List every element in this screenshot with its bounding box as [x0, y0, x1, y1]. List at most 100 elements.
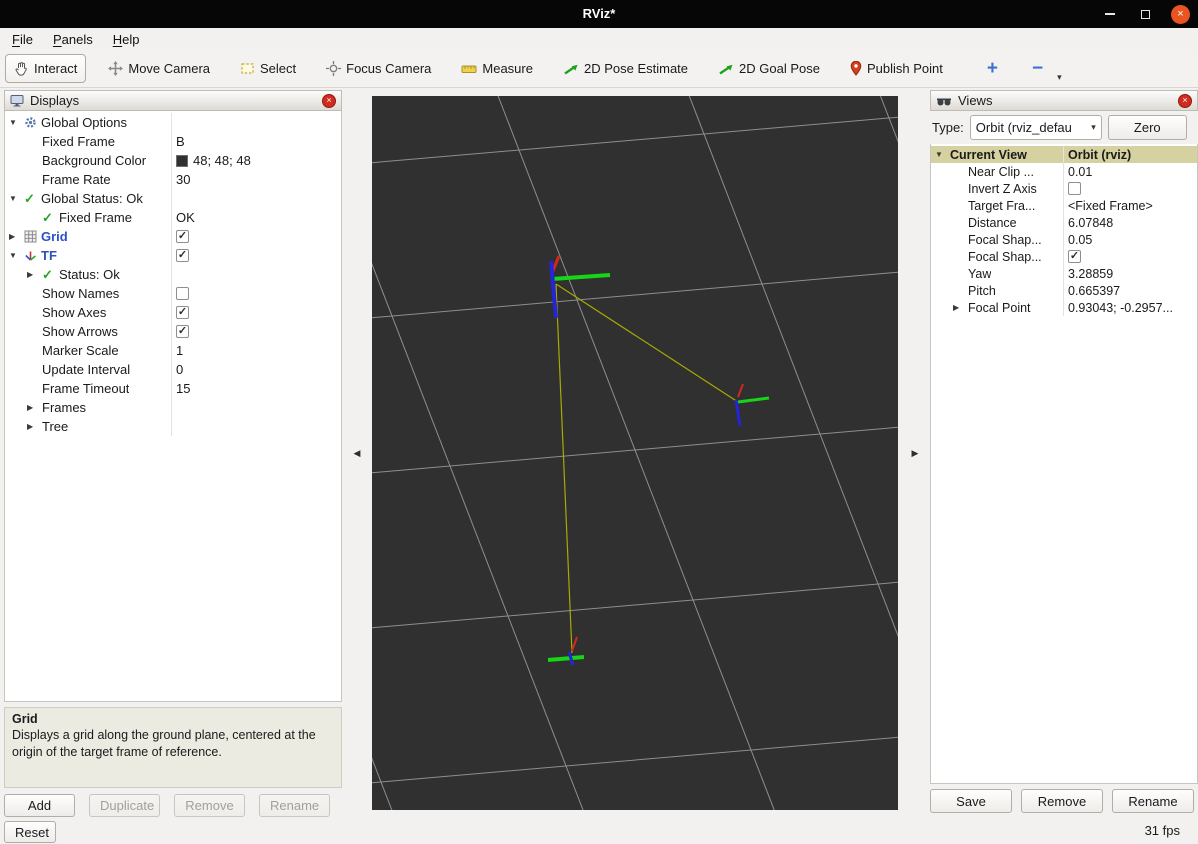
property-value[interactable]: 0.05 [1068, 233, 1092, 247]
add-tool-button[interactable]: + [981, 54, 1004, 83]
tool-select[interactable]: Select [232, 54, 304, 83]
view-property-row[interactable]: Target Fra... <Fixed Frame> [931, 197, 1197, 214]
minimize-button[interactable] [1101, 5, 1119, 23]
save-view-button[interactable]: Save [930, 789, 1012, 813]
ruler-icon [461, 62, 477, 76]
view-property-row[interactable]: Pitch 0.665397 [931, 282, 1197, 299]
view-property-row[interactable]: ▶ Focal Point 0.93043; -0.2957... [931, 299, 1197, 316]
property-value[interactable]: 0 [176, 362, 183, 377]
property-value[interactable]: <Fixed Frame> [1068, 199, 1153, 213]
expander-down-icon[interactable]: ▼ [9, 194, 24, 203]
property-value[interactable]: OK [176, 210, 195, 225]
menu-file[interactable]: File [2, 30, 43, 49]
display-property-row[interactable]: Show Arrows ✓ [5, 322, 341, 341]
views-panel-header[interactable]: Views × [930, 90, 1198, 111]
display-property-row[interactable]: ✓ Fixed Frame OK [5, 208, 341, 227]
expander-right-icon[interactable]: ▶ [27, 422, 42, 431]
property-value[interactable]: 3.28859 [1068, 267, 1113, 281]
checkbox-checked[interactable]: ✓ [176, 249, 189, 262]
property-value[interactable]: 0.93043; -0.2957... [1068, 301, 1173, 315]
property-label: Focal Point [968, 300, 1031, 315]
tool-interact[interactable]: Interact [5, 54, 87, 83]
property-value[interactable]: 15 [176, 381, 190, 396]
rename-view-button[interactable]: Rename [1112, 789, 1194, 813]
property-value[interactable]: 1 [176, 343, 183, 358]
toolbar-overflow-icon[interactable]: ▾ [1057, 72, 1062, 83]
collapse-right-handle[interactable]: ▶ [908, 444, 922, 462]
expander-right-icon[interactable]: ▶ [9, 232, 24, 241]
property-value[interactable]: 48; 48; 48 [193, 153, 251, 168]
view-type-dropdown[interactable]: Orbit (rviz_defau ▾ [969, 115, 1102, 140]
expander-down-icon[interactable]: ▼ [9, 251, 24, 260]
expander-right-icon[interactable]: ▶ [953, 303, 968, 312]
display-property-row[interactable]: Show Names [5, 284, 341, 303]
tool-focus-camera-label: Focus Camera [346, 61, 432, 76]
property-value[interactable]: 6.07848 [1068, 216, 1113, 230]
menu-panels[interactable]: Panels [43, 30, 103, 49]
display-property-row[interactable]: ▼ ✓ Global Status: Ok [5, 189, 341, 208]
grid-line [90, 31, 406, 844]
checkbox-checked[interactable]: ✓ [176, 306, 189, 319]
tool-measure[interactable]: Measure [453, 54, 541, 83]
3d-viewport[interactable] [0, 0, 1198, 844]
collapse-left-handle[interactable]: ◀ [350, 444, 364, 462]
checkbox-checked[interactable]: ✓ [176, 230, 189, 243]
checkbox-unchecked[interactable] [1068, 182, 1081, 195]
property-label: Pitch [968, 283, 996, 298]
display-property-row[interactable]: ▶ Tree [5, 417, 341, 436]
remove-tool-button[interactable]: − [1026, 54, 1049, 83]
display-property-row[interactable]: Update Interval 0 [5, 360, 341, 379]
displays-buttons: Add Duplicate Remove Rename [4, 794, 342, 817]
property-value[interactable]: 30 [176, 172, 190, 187]
checkbox-checked[interactable]: ✓ [176, 325, 189, 338]
display-property-row[interactable]: ▶ Grid ✓ [5, 227, 341, 246]
close-button[interactable]: × [1171, 4, 1190, 24]
add-display-button[interactable]: Add [4, 794, 75, 817]
checkbox-unchecked[interactable] [176, 287, 189, 300]
reset-button[interactable]: Reset [4, 821, 56, 843]
property-value[interactable]: 0.01 [1068, 165, 1092, 179]
display-property-row[interactable]: Frame Timeout 15 [5, 379, 341, 398]
menu-help[interactable]: Help [103, 30, 150, 49]
property-label: Frames [42, 400, 87, 415]
property-label: Invert Z Axis [968, 181, 1037, 196]
expander-down-icon[interactable]: ▼ [935, 150, 950, 159]
views-close-button[interactable]: × [1178, 93, 1192, 108]
display-property-row[interactable]: Show Axes ✓ [5, 303, 341, 322]
displays-close-button[interactable]: × [322, 93, 336, 108]
view-property-row[interactable]: Invert Z Axis [931, 180, 1197, 197]
checkbox-checked[interactable]: ✓ [1068, 250, 1081, 263]
property-value[interactable]: B [176, 134, 185, 149]
view-property-row[interactable]: ▼ Current View Orbit (rviz) [931, 146, 1197, 163]
titlebar[interactable]: RViz* × [0, 0, 1198, 28]
display-property-row[interactable]: ▼ Global Options [5, 113, 341, 132]
remove-view-button[interactable]: Remove [1021, 789, 1103, 813]
expander-right-icon[interactable]: ▶ [27, 403, 42, 412]
display-property-row[interactable]: Fixed Frame B [5, 132, 341, 151]
tool-2d-goal-pose[interactable]: 2D Goal Pose [710, 54, 828, 83]
tool-move-camera[interactable]: Move Camera [100, 54, 218, 83]
expander-down-icon[interactable]: ▼ [9, 118, 24, 127]
tool-2d-pose-estimate[interactable]: 2D Pose Estimate [555, 54, 696, 83]
property-label: Frame Timeout [42, 381, 130, 396]
expander-right-icon[interactable]: ▶ [27, 270, 42, 279]
view-property-row[interactable]: Focal Shap... 0.05 [931, 231, 1197, 248]
display-property-row[interactable]: ▶ Frames [5, 398, 341, 417]
display-property-row[interactable]: ▶ ✓ Status: Ok [5, 265, 341, 284]
zero-button[interactable]: Zero [1107, 115, 1187, 140]
maximize-button[interactable] [1136, 5, 1154, 23]
view-property-row[interactable]: Near Clip ... 0.01 [931, 163, 1197, 180]
display-property-row[interactable]: Marker Scale 1 [5, 341, 341, 360]
fps-counter: 31 fps [1144, 823, 1180, 838]
view-property-row[interactable]: Focal Shap... ✓ [931, 248, 1197, 265]
displays-panel-header[interactable]: Displays × [4, 90, 342, 111]
tool-focus-camera[interactable]: Focus Camera [318, 54, 439, 83]
display-property-row[interactable]: ▼ TF ✓ [5, 246, 341, 265]
view-property-row[interactable]: Distance 6.07848 [931, 214, 1197, 231]
display-property-row[interactable]: Background Color 48; 48; 48 [5, 151, 341, 170]
tool-publish-point[interactable]: Publish Point [842, 54, 951, 83]
property-value[interactable]: 0.665397 [1068, 284, 1120, 298]
view-property-row[interactable]: Yaw 3.28859 [931, 265, 1197, 282]
display-property-row[interactable]: Frame Rate 30 [5, 170, 341, 189]
property-value[interactable]: Orbit (rviz) [1068, 148, 1131, 162]
